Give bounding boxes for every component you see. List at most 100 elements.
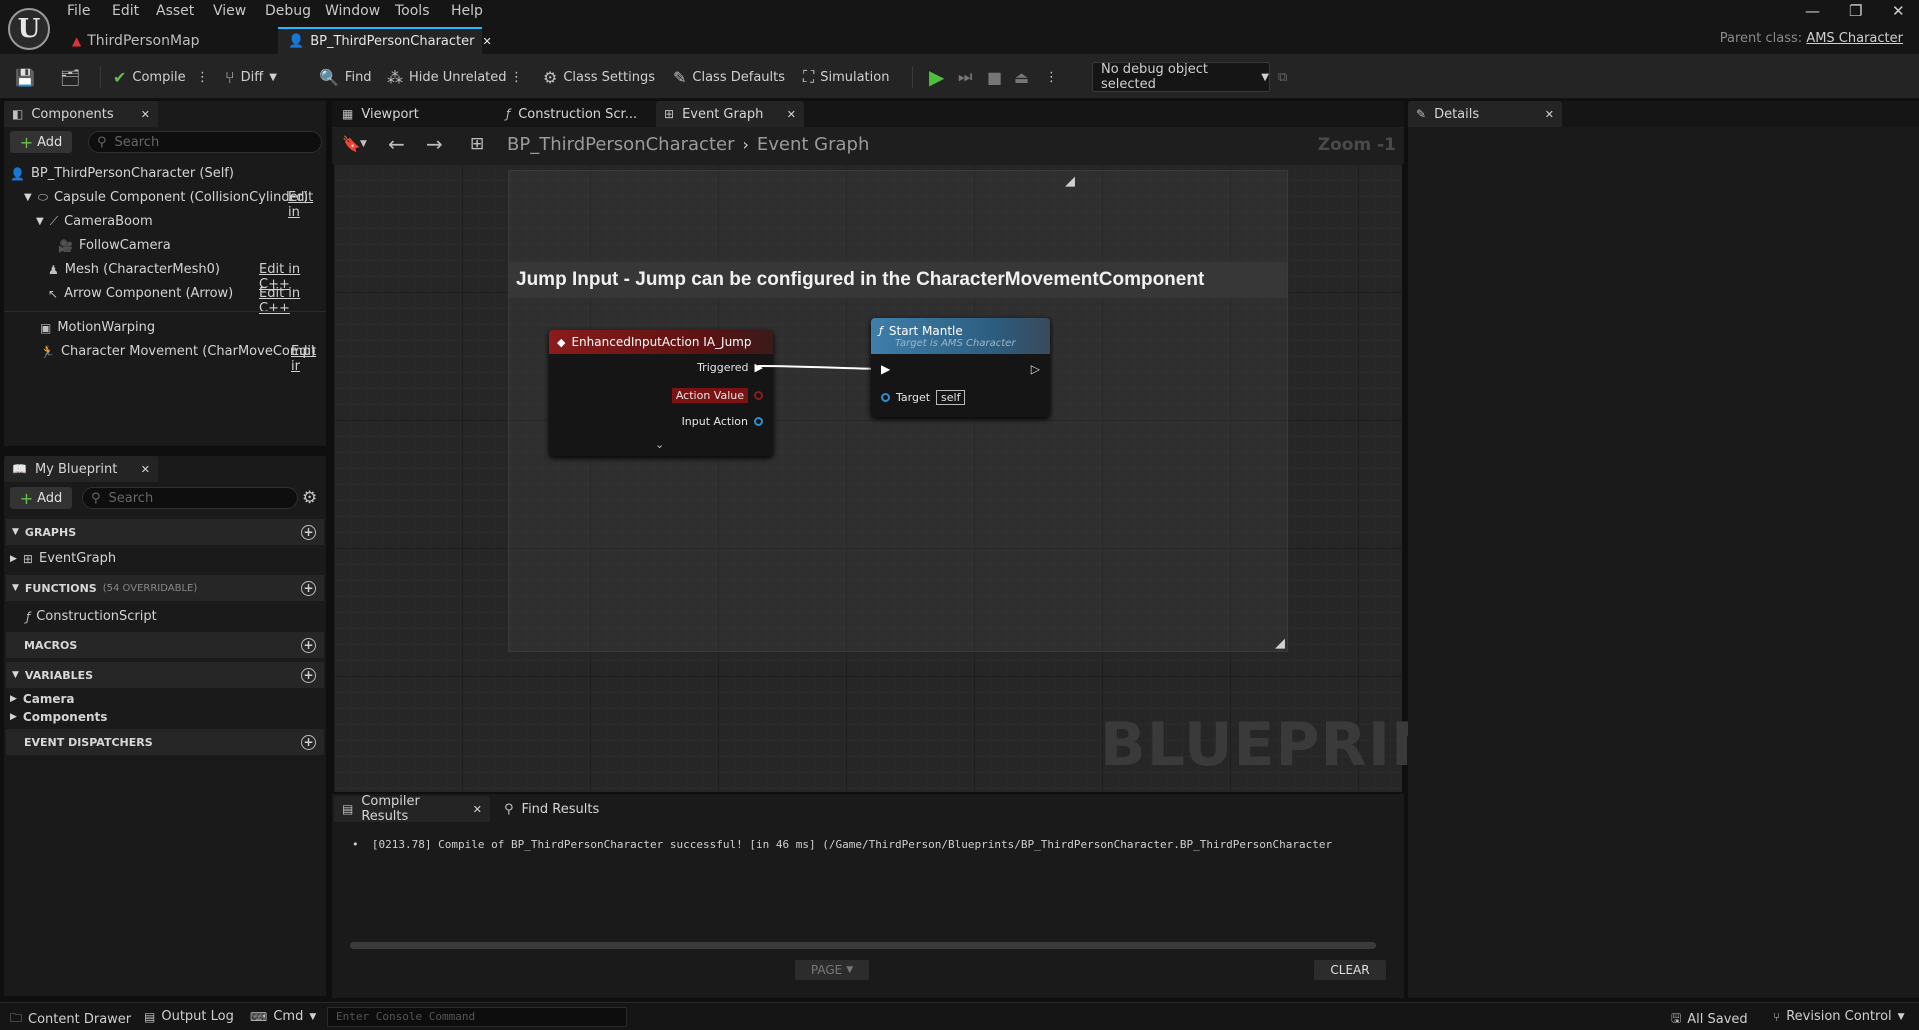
back-arrow-icon[interactable]: ← bbox=[388, 132, 405, 156]
edit-in-link[interactable]: Edit ir bbox=[291, 344, 326, 374]
add-graph-icon[interactable]: + bbox=[301, 524, 316, 540]
add-variable-icon[interactable]: + bbox=[301, 667, 316, 683]
hide-options-icon[interactable]: ⋮ bbox=[510, 64, 523, 90]
add-dispatcher-icon[interactable]: + bbox=[301, 734, 316, 750]
comment-resize-handle-icon[interactable]: ◢ bbox=[1065, 174, 1075, 189]
hide-unrelated-button[interactable]: ⁂ Hide Unrelated bbox=[387, 64, 507, 90]
section-functions[interactable]: ▼ FUNCTIONS (54 OVERRIDABLE) + bbox=[6, 575, 324, 601]
diff-button[interactable]: ⑂ Diff ▼ bbox=[225, 64, 277, 90]
breadcrumb-current[interactable]: Event Graph bbox=[757, 134, 870, 155]
tab-components[interactable]: ◧ Components ✕ bbox=[4, 101, 158, 127]
section-variables[interactable]: ▼ VARIABLES + bbox=[6, 662, 324, 688]
browse-icon[interactable]: 🗂 bbox=[60, 64, 80, 90]
target-value-field[interactable]: self bbox=[936, 390, 966, 405]
eject-icon[interactable]: ⏏ bbox=[1014, 64, 1029, 90]
menu-file[interactable]: File bbox=[67, 3, 90, 19]
menu-window[interactable]: Window bbox=[325, 3, 380, 19]
tab-find-results[interactable]: ⚲ Find Results bbox=[496, 796, 636, 822]
close-icon[interactable]: ✕ bbox=[1545, 108, 1554, 121]
window-close-icon[interactable]: ✕ bbox=[1892, 2, 1905, 20]
chevron-down-icon[interactable]: ⌄ bbox=[655, 438, 664, 451]
node-enhanced-input-action[interactable]: ◆ EnhancedInputAction IA_Jump Triggered … bbox=[549, 330, 773, 456]
node-start-mantle[interactable]: ƒ Start Mantle Target is AMS Character ▶… bbox=[871, 318, 1050, 417]
edit-in-link[interactable]: Edit in bbox=[288, 190, 326, 220]
unreal-logo-icon[interactable]: U bbox=[8, 8, 50, 50]
component-arrow[interactable]: ↖ Arrow Component (Arrow) bbox=[48, 286, 233, 301]
add-member-button[interactable]: + Add bbox=[10, 487, 72, 509]
cmd-button[interactable]: ⌨ Cmd ▼ bbox=[250, 1009, 316, 1024]
clear-button[interactable]: CLEAR bbox=[1314, 960, 1386, 980]
simulation-button[interactable]: ⛶ Simulation bbox=[803, 64, 889, 90]
add-component-button[interactable]: + Add bbox=[10, 131, 72, 153]
page-button[interactable]: PAGE ▼ bbox=[795, 960, 869, 980]
menu-edit[interactable]: Edit bbox=[112, 3, 139, 19]
component-character-movement[interactable]: 🏃 Character Movement (CharMoveComp) bbox=[40, 344, 316, 359]
bookmark-icon[interactable]: 🔖 bbox=[342, 135, 361, 153]
add-function-icon[interactable]: + bbox=[301, 580, 316, 596]
close-icon[interactable]: ✕ bbox=[482, 35, 491, 48]
variable-category-components[interactable]: ▶ Components bbox=[10, 710, 107, 724]
pin-input-action[interactable]: Input Action bbox=[682, 415, 763, 428]
console-command-input[interactable]: Enter Console Command bbox=[327, 1007, 627, 1027]
revision-control-button[interactable]: ⑂ Revision Control ▼ bbox=[1773, 1009, 1905, 1024]
class-settings-button[interactable]: ⚙ Class Settings bbox=[543, 64, 655, 90]
section-macros[interactable]: MACROS + bbox=[6, 632, 324, 658]
tab-bp-third-person-character[interactable]: 👤 BP_ThirdPersonCharacter ✕ bbox=[278, 27, 492, 54]
comment-resize-handle-icon[interactable]: ◢ bbox=[1275, 636, 1285, 651]
function-item-construction-script[interactable]: ƒ ConstructionScript bbox=[26, 609, 157, 624]
chevron-down-icon[interactable]: ▼ bbox=[360, 139, 367, 149]
tab-compiler-results[interactable]: ▤ Compiler Results ✕ bbox=[334, 794, 490, 824]
components-search-input[interactable]: ⚲ Search bbox=[88, 131, 322, 153]
close-icon[interactable]: ✕ bbox=[141, 463, 150, 476]
step-icon[interactable]: ⏭ bbox=[958, 64, 972, 90]
minimize-icon[interactable]: — bbox=[1805, 2, 1820, 20]
menu-help[interactable]: Help bbox=[451, 3, 483, 19]
component-self[interactable]: 👤 BP_ThirdPersonCharacter (Self) bbox=[10, 166, 234, 181]
stop-icon[interactable]: ■ bbox=[987, 64, 1002, 90]
graph-item-event-graph[interactable]: ▶ ⊞ EventGraph bbox=[10, 551, 116, 566]
compile-button[interactable]: ✔ Compile bbox=[113, 64, 186, 90]
parent-class-link[interactable]: AMS Character bbox=[1806, 31, 1903, 46]
close-icon[interactable]: ✕ bbox=[787, 108, 796, 121]
node-header[interactable]: ◆ EnhancedInputAction IA_Jump bbox=[549, 330, 773, 354]
add-macro-icon[interactable]: + bbox=[301, 637, 316, 653]
menu-tools[interactable]: Tools bbox=[395, 3, 430, 19]
gear-icon[interactable]: ⚙ bbox=[302, 488, 317, 508]
pin-triggered[interactable]: Triggered ▶ bbox=[697, 361, 763, 374]
find-button[interactable]: 🔍 Find bbox=[319, 64, 372, 90]
component-capsule[interactable]: ▼ ⬭ Capsule Component (CollisionCylinder… bbox=[24, 190, 308, 205]
pin-action-value[interactable]: Action Value bbox=[671, 388, 763, 403]
section-event-dispatchers[interactable]: EVENT DISPATCHERS + bbox=[6, 729, 324, 755]
compile-options-icon[interactable]: ⋮ bbox=[196, 64, 209, 90]
variable-category-camera[interactable]: ▶ Camera bbox=[10, 692, 74, 706]
menu-debug[interactable]: Debug bbox=[265, 3, 311, 19]
play-icon[interactable]: ▶ bbox=[929, 64, 944, 90]
tab-event-graph[interactable]: ⊞ Event Graph ✕ bbox=[656, 101, 804, 127]
forward-arrow-icon[interactable]: → bbox=[426, 132, 443, 156]
save-icon[interactable]: 💾 bbox=[15, 64, 35, 90]
class-defaults-button[interactable]: ✎ Class Defaults bbox=[673, 64, 785, 90]
tab-my-blueprint[interactable]: 📖 My Blueprint ✕ bbox=[4, 456, 158, 482]
close-icon[interactable]: ✕ bbox=[473, 803, 482, 816]
close-icon[interactable]: ✕ bbox=[141, 108, 150, 121]
play-options-icon[interactable]: ⋮ bbox=[1045, 64, 1058, 90]
tab-third-person-map[interactable]: ▲ ThirdPersonMap bbox=[62, 27, 210, 54]
exec-out-pin-icon[interactable]: ▷ bbox=[1031, 362, 1040, 376]
component-motion-warping[interactable]: ▣ MotionWarping bbox=[40, 320, 155, 335]
tab-details[interactable]: ✎ Details ✕ bbox=[1408, 101, 1562, 127]
my-blueprint-search-input[interactable]: ⚲ Search bbox=[82, 487, 298, 509]
section-graphs[interactable]: ▼ GRAPHS + bbox=[6, 519, 324, 545]
all-saved-button[interactable]: 🖫 All Saved bbox=[1671, 1009, 1748, 1030]
node-header[interactable]: ƒ Start Mantle Target is AMS Character bbox=[871, 318, 1050, 354]
debug-filter-icon[interactable]: ⧉ bbox=[1278, 64, 1287, 90]
comment-title[interactable]: Jump Input - Jump can be configured in t… bbox=[508, 262, 1288, 298]
debug-object-select[interactable]: No debug object selected ▼ bbox=[1092, 62, 1270, 92]
pin-target[interactable]: Target self bbox=[881, 390, 966, 405]
tab-viewport[interactable]: ▦ Viewport bbox=[334, 101, 494, 127]
menu-view[interactable]: View bbox=[213, 3, 246, 19]
content-drawer-button[interactable]: 🗀 Content Drawer bbox=[10, 1009, 131, 1030]
component-mesh[interactable]: ♟ Mesh (CharacterMesh0) bbox=[48, 262, 220, 277]
breadcrumb-root[interactable]: BP_ThirdPersonCharacter bbox=[507, 134, 734, 155]
menu-asset[interactable]: Asset bbox=[156, 3, 194, 19]
component-follow-camera[interactable]: 🎥 FollowCamera bbox=[58, 238, 171, 253]
